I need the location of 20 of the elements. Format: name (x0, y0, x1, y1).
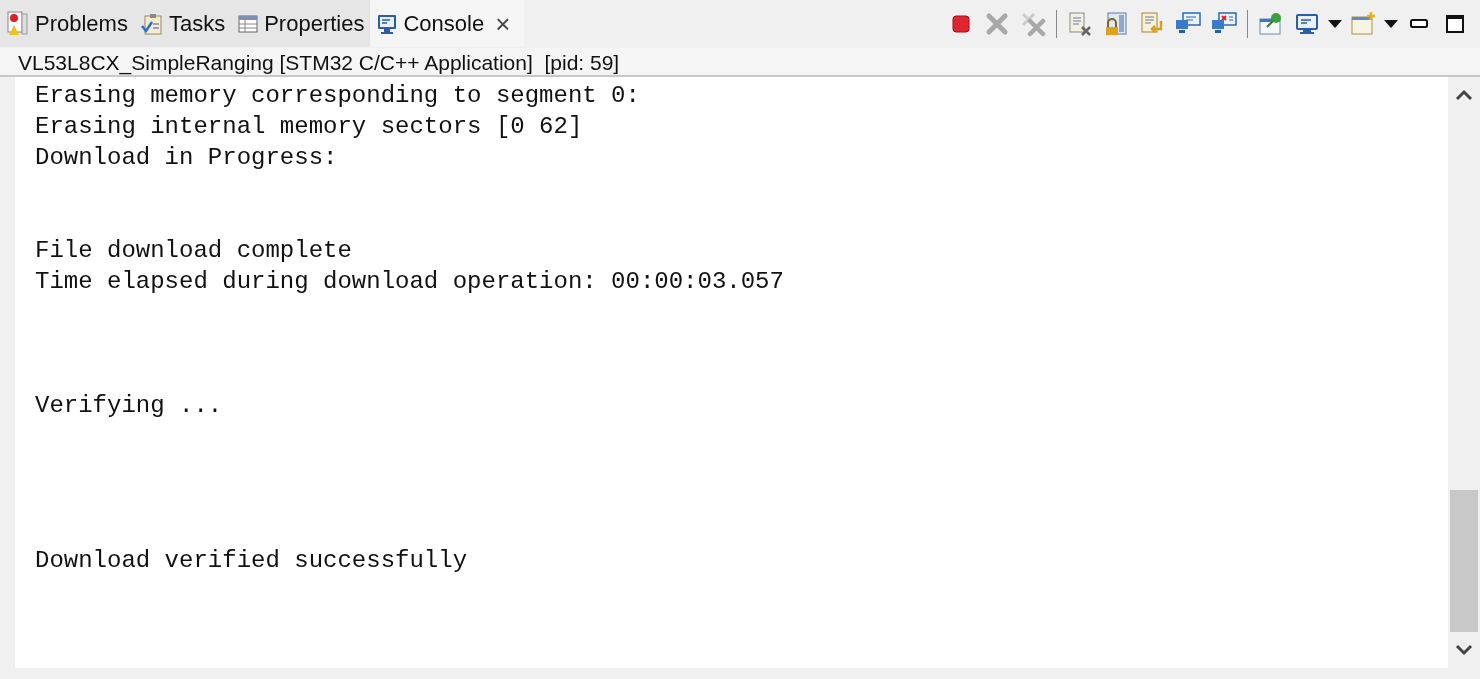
view-tab[interactable]: Tasks (133, 0, 232, 47)
table-icon (237, 12, 260, 35)
console-line: Download in Progress: (35, 143, 338, 173)
console-line: Erasing memory corresponding to segment 0: (35, 81, 640, 111)
scroll-up-icon (1455, 89, 1473, 101)
launch-title: VL53L8CX_SimpleRanging [STM32 C/C++ Application] [pid: 59] (0, 48, 1480, 77)
monitor-icon (376, 12, 399, 35)
scrollbar-thumb[interactable] (1450, 490, 1478, 632)
console-line: Erasing internal memory sectors [0 62] (35, 112, 583, 142)
view-tab[interactable]: Console × (370, 0, 525, 47)
console-line: File download complete (35, 236, 352, 266)
problems-icon (6, 10, 30, 37)
close-tab-button[interactable]: × (495, 10, 511, 37)
clipboard-icon (139, 11, 164, 36)
view-tab[interactable]: Properties (231, 0, 371, 47)
scroll-down-icon (1455, 644, 1473, 656)
console-line: Time elapsed during download operation: 00:00:03.057 (35, 267, 784, 297)
console-line: Verifying ... (35, 391, 223, 421)
view-tab[interactable]: Problems (0, 0, 134, 47)
console-line: Download verified successfully (35, 546, 468, 576)
